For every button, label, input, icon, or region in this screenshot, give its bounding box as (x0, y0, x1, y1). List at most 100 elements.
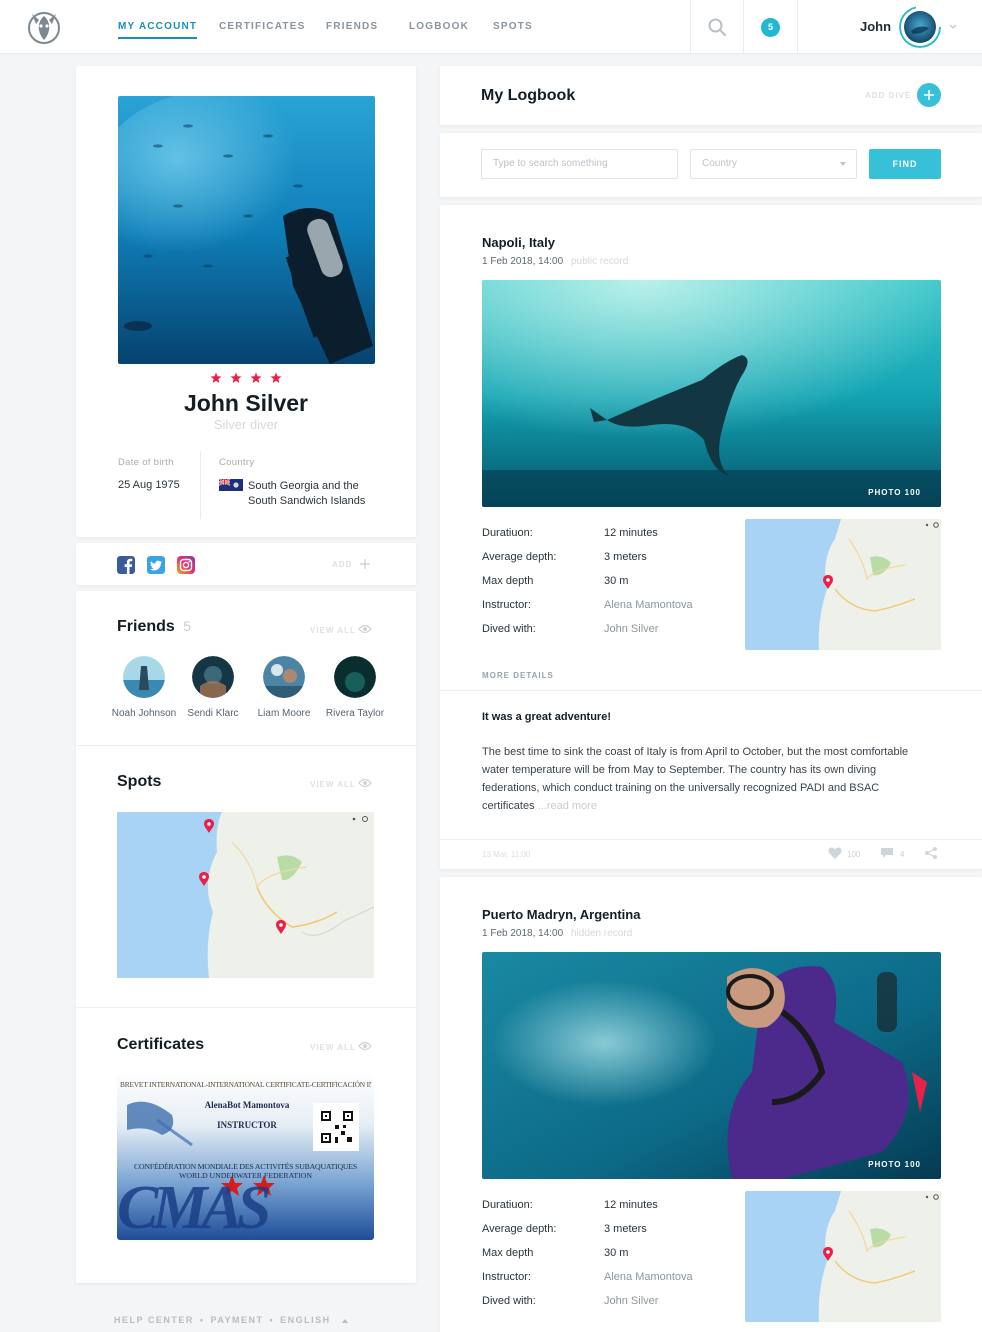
country-label: Country (219, 457, 255, 468)
star-icon (230, 372, 242, 383)
stat-average-depth: 3 meters (604, 551, 647, 563)
facebook-icon[interactable] (117, 556, 135, 574)
stat-label: Average depth: (482, 551, 557, 563)
friends-title-text: Friends (117, 618, 175, 635)
likes-count: 100 (847, 850, 861, 859)
eye-icon[interactable] (358, 623, 372, 635)
stat-label: Max depth (482, 1247, 534, 1259)
entry-map[interactable] (745, 519, 941, 650)
dive-entry: Puerto Madryn, Argentina 1 Feb 2018, 14:… (440, 877, 982, 1332)
heart-icon[interactable] (828, 847, 842, 859)
friend-name: Noah Johnson (111, 708, 177, 719)
profile-level: Silver diver (213, 417, 279, 432)
add-social-button[interactable]: ADD (332, 560, 352, 569)
find-button[interactable]: FIND (869, 149, 941, 179)
footer-language[interactable]: ENGLISH (280, 1315, 331, 1325)
profile-name: John Silver (184, 390, 308, 416)
entry-date: 1 Feb 2018, 14:00 (482, 928, 564, 939)
header-divider (743, 0, 744, 54)
share-icon[interactable] (924, 846, 938, 860)
certificates-view-all[interactable]: VIEW ALL (310, 1043, 356, 1052)
friend-item[interactable]: Rivera Taylor (315, 656, 395, 719)
plus-icon[interactable] (359, 558, 371, 570)
dive-entry: Napoli, Italy 1 Feb 2018, 14:00 public r… (440, 205, 982, 869)
spots-title: Spots (117, 773, 162, 790)
friend-item[interactable]: Noah Johnson (104, 656, 184, 719)
nav-spots[interactable]: SPOTS (493, 21, 533, 32)
search-icon[interactable] (706, 16, 728, 38)
spots-view-all[interactable]: VIEW ALL (310, 780, 356, 789)
country-value: South Georgia and the South Sandwich Isl… (248, 479, 365, 509)
stat-label: Duratiuon: (482, 1199, 533, 1211)
add-dive-button[interactable]: ADD DIVE (865, 91, 911, 100)
chevron-down-icon (840, 162, 846, 166)
friend-item[interactable]: Sendi Klarc (173, 656, 253, 719)
eye-icon[interactable] (358, 777, 372, 789)
instagram-icon[interactable] (177, 556, 195, 574)
logo-icon[interactable] (26, 8, 62, 46)
stat-dived-with[interactable]: John Silver (604, 623, 658, 635)
country-select[interactable]: Country (690, 149, 857, 179)
search-input[interactable]: Type to search something (481, 149, 678, 179)
stat-max-depth: 30 m (604, 1247, 629, 1259)
chevron-down-icon[interactable] (948, 21, 958, 31)
stat-label: Instructor: (482, 599, 531, 611)
footer-help-center[interactable]: HELP CENTER (114, 1315, 194, 1325)
star-icon (250, 372, 262, 383)
eye-icon[interactable] (358, 1040, 372, 1052)
header-divider (690, 0, 691, 54)
friend-avatar (123, 656, 165, 698)
logbook-title: My Logbook (481, 87, 576, 104)
footer-dot: • (199, 1315, 205, 1325)
logbook-search-bar: Type to search something Country FIND (440, 133, 982, 197)
entry-title: Puerto Madryn, Argentina (482, 907, 641, 922)
header-divider (797, 0, 798, 54)
footer-links: HELP CENTER • PAYMENT • ENGLISH (114, 1315, 349, 1325)
stat-dived-with[interactable]: John Silver (604, 1295, 658, 1307)
country-line: South Sandwich Islands (248, 495, 366, 507)
certificate-card[interactable]: BREVET INTERNATIONAL-INTERNATIONAL CERTI… (117, 1075, 374, 1240)
story-title: It was a great adventure! (482, 711, 611, 723)
user-avatar[interactable] (899, 6, 941, 48)
read-more-link[interactable]: ...read more (538, 800, 597, 812)
add-dive-plus-icon[interactable] (917, 83, 941, 107)
dob-label: Date of birth (118, 457, 174, 468)
spots-map[interactable] (117, 812, 374, 978)
rating-stars (76, 371, 416, 389)
friend-avatar (192, 656, 234, 698)
twitter-icon[interactable] (147, 556, 165, 574)
stat-instructor[interactable]: Alena Mamontova (604, 599, 693, 611)
country-select-value: Country (702, 158, 738, 169)
more-details-link[interactable]: MORE DETAILS (482, 671, 554, 680)
nav-certificates[interactable]: CERTIFICATES (219, 21, 305, 32)
entry-photo[interactable]: PHOTO 100 (482, 280, 941, 507)
entry-title: Napoli, Italy (482, 235, 555, 250)
friend-avatar (334, 656, 376, 698)
footer-dot: • (269, 1315, 275, 1325)
nav-friends[interactable]: FRIENDS (326, 21, 378, 32)
star-icon (210, 372, 222, 383)
notifications-badge[interactable]: 5 (761, 18, 780, 37)
certificate-banner: BREVET INTERNATIONAL-INTERNATIONAL CERTI… (120, 1080, 371, 1089)
chevron-up-icon[interactable] (341, 1317, 349, 1325)
user-name[interactable]: John (860, 19, 891, 34)
friend-item[interactable]: Liam Moore (244, 656, 324, 719)
nav-my-account[interactable]: MY ACCOUNT (118, 21, 198, 39)
nav-logbook[interactable]: LOGBOOK (409, 21, 469, 32)
entry-map[interactable] (745, 1191, 941, 1322)
profile-photo (118, 96, 375, 364)
comment-icon[interactable] (880, 847, 894, 859)
logbook-header: My Logbook ADD DIVE (440, 66, 982, 125)
stat-label: Dived with: (482, 1295, 536, 1307)
friend-avatar (263, 656, 305, 698)
country-line: South Georgia and the (248, 480, 359, 492)
friends-view-all[interactable]: VIEW ALL (310, 626, 356, 635)
photo-count-badge: PHOTO 100 (868, 488, 921, 497)
friend-name: Rivera Taylor (325, 708, 385, 719)
dob-value: 25 Aug 1975 (118, 479, 180, 491)
entry-photo[interactable]: PHOTO 100 (482, 952, 941, 1179)
section-divider (76, 745, 416, 746)
stat-instructor[interactable]: Alena Mamontova (604, 1271, 693, 1283)
comments-count: 4 (900, 850, 905, 859)
footer-payment[interactable]: PAYMENT (211, 1315, 264, 1325)
